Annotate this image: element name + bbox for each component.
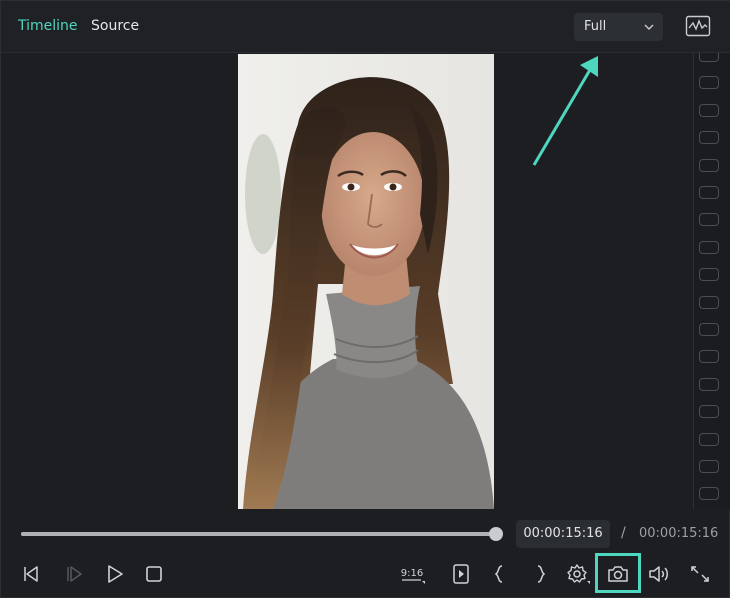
fullscreen-button[interactable] <box>687 562 713 586</box>
aspect-ratio-icon: 9:16 <box>401 568 425 584</box>
tab-source[interactable]: Source <box>91 18 139 34</box>
filmstrip-sprocket <box>699 76 719 90</box>
filmstrip-sprocket <box>699 377 719 391</box>
preview-canvas <box>1 53 693 509</box>
audio-waveform-icon[interactable] <box>685 15 711 37</box>
zoom-dropdown[interactable]: Full <box>574 13 663 41</box>
filmstrip-sprocket <box>699 268 719 282</box>
filmstrip-sprocket <box>699 295 719 309</box>
filmstrip-sprocket <box>699 103 719 117</box>
stop-icon <box>146 566 162 582</box>
stop-button[interactable] <box>141 562 167 586</box>
snapshot-highlight <box>595 553 641 593</box>
timecode-separator: / <box>621 525 626 541</box>
previous-frame-button[interactable] <box>19 562 45 586</box>
filmstrip-edge <box>693 53 730 509</box>
mark-out-icon <box>537 565 546 583</box>
filmstrip-sprocket <box>699 487 719 501</box>
play-icon <box>108 565 123 583</box>
mark-in-icon <box>494 565 503 583</box>
video-frame <box>238 54 494 509</box>
aspect-ratio-button[interactable]: 9:16 <box>399 562 425 586</box>
video-player-panel: Timeline Source Full 00:00:15:16 / 00:00… <box>0 0 730 598</box>
progress-thumb[interactable] <box>489 527 503 541</box>
filmstrip-sprocket <box>699 405 719 419</box>
volume-icon <box>649 566 668 582</box>
filmstrip-sprocket <box>699 350 719 364</box>
filmstrip-sprocket <box>699 158 719 172</box>
play-button[interactable] <box>102 562 128 586</box>
filmstrip-sprocket <box>699 53 719 62</box>
filmstrip-sprocket <box>699 131 719 145</box>
zoom-value: Full <box>584 19 607 34</box>
previous-frame-icon <box>24 566 38 582</box>
mark-out-button[interactable] <box>527 562 553 586</box>
filmstrip-sprocket <box>699 460 719 473</box>
render-preview-icon <box>453 564 469 584</box>
filmstrip-sprocket <box>699 240 719 254</box>
filmstrip-sprocket <box>699 213 719 227</box>
aspect-ratio-label: 9:16 <box>401 568 423 579</box>
filmstrip-sprocket <box>699 186 719 199</box>
filmstrip-sprocket <box>699 432 719 446</box>
total-timecode: 00:00:15:16 <box>639 526 719 541</box>
filmstrip-sprocket <box>699 323 719 336</box>
progress-fill <box>21 532 496 536</box>
next-frame-icon <box>67 566 82 582</box>
fullscreen-icon <box>691 566 709 582</box>
current-timecode-input[interactable]: 00:00:15:16 <box>516 520 610 548</box>
video-portrait-image <box>238 54 494 509</box>
chevron-down-icon <box>644 24 654 30</box>
settings-icon <box>567 564 590 584</box>
render-preview-button[interactable] <box>448 562 474 586</box>
next-frame-button[interactable] <box>62 562 88 586</box>
volume-button[interactable] <box>646 562 672 586</box>
player-header: Timeline Source Full <box>1 1 730 53</box>
mark-in-button[interactable] <box>487 562 513 586</box>
settings-button[interactable] <box>565 562 591 586</box>
tab-timeline[interactable]: Timeline <box>18 18 78 34</box>
playback-progress-slider[interactable] <box>21 527 503 541</box>
